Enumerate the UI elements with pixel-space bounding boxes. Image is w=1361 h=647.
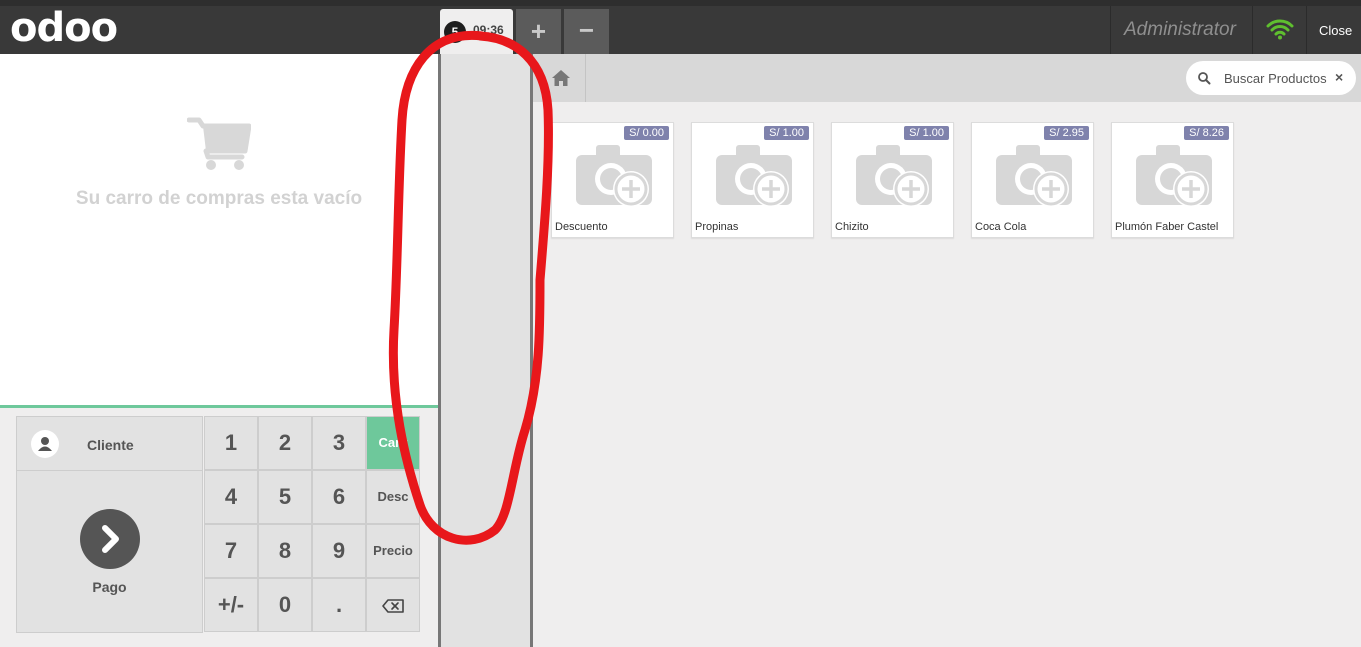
numpad-key-5[interactable]: 5 [258,470,312,524]
category-column [438,54,533,647]
numpad-key-1[interactable]: 1 [204,416,258,470]
camera-placeholder-icon [716,145,792,207]
customer-label: Cliente [87,437,134,453]
camera-placeholder-icon [576,145,652,207]
user-icon [31,430,59,458]
username-label: Administrator [1124,19,1236,40]
customer-button[interactable]: Cliente [16,416,203,471]
numpad-key-sign[interactable]: +/- [204,578,258,632]
backspace-icon [382,599,404,613]
product-card[interactable]: S/ 2.95 Coca Cola [971,122,1094,238]
product-price-tag: S/ 2.95 [1044,126,1089,140]
product-price-tag: S/ 8.26 [1184,126,1229,140]
numpad-key-8[interactable]: 8 [258,524,312,578]
search-box[interactable]: Buscar Productos × [1186,61,1356,95]
product-price-tag: S/ 1.00 [904,126,949,140]
order-tab[interactable]: 5 09:36 [440,9,513,54]
product-name: Chizito [835,221,869,233]
product-price-tag: S/ 0.00 [624,126,669,140]
camera-placeholder-icon [856,145,932,207]
numpad-key-2[interactable]: 2 [258,416,312,470]
empty-cart-message: Su carro de compras esta vacío [75,188,363,209]
header-divider [1110,6,1111,54]
top-strip [0,0,1361,6]
mode-discount-button[interactable]: Desc [366,470,420,524]
numpad-key-6[interactable]: 6 [312,470,366,524]
delete-order-button[interactable]: − [564,9,609,54]
home-icon [552,70,570,86]
product-price-tag: S/ 1.00 [764,126,809,140]
odoo-logo: odoo [10,5,118,51]
payment-button[interactable]: Pago [16,470,203,633]
pos-topbar: odoo 5 09:36 + − Administrator Close [0,0,1361,54]
numpad-key-dot[interactable]: . [312,578,366,632]
search-input[interactable]: Buscar Productos [1224,71,1327,86]
home-category-button[interactable] [533,54,586,102]
product-name: Propinas [695,221,739,233]
product-card[interactable]: S/ 8.26 Plumón Faber Castel [1111,122,1234,238]
shopping-cart-icon [187,117,251,170]
numpad-key-3[interactable]: 3 [312,416,366,470]
mode-quantity-button[interactable]: Cant [366,416,420,470]
product-name: Descuento [555,221,608,233]
header-divider [1306,6,1307,54]
numpad: 1 2 3 Cant 4 5 6 Desc 7 8 9 Precio +/- 0… [204,416,422,633]
product-card[interactable]: S/ 1.00 Propinas [691,122,814,238]
product-card[interactable]: S/ 0.00 Descuento [551,122,674,238]
search-icon [1198,72,1211,85]
product-name: Coca Cola [975,221,1027,233]
numpad-key-0[interactable]: 0 [258,578,312,632]
clear-search-icon[interactable]: × [1335,69,1343,85]
product-name: Plumón Faber Castel [1115,221,1219,233]
wifi-icon [1266,19,1294,40]
order-time: 09:36 [473,23,504,37]
mode-price-button[interactable]: Precio [366,524,420,578]
chevron-right-icon [80,509,140,569]
numpad-key-7[interactable]: 7 [204,524,258,578]
numpad-key-9[interactable]: 9 [312,524,366,578]
header-divider [1252,6,1253,54]
order-number-badge: 5 [444,21,466,43]
new-order-button[interactable]: + [516,9,561,54]
close-button[interactable]: Close [1319,23,1352,38]
product-card[interactable]: S/ 1.00 Chizito [831,122,954,238]
camera-placeholder-icon [996,145,1072,207]
payment-label: Pago [92,579,127,595]
numpad-key-4[interactable]: 4 [204,470,258,524]
backspace-button[interactable] [366,578,420,632]
camera-placeholder-icon [1136,145,1212,207]
